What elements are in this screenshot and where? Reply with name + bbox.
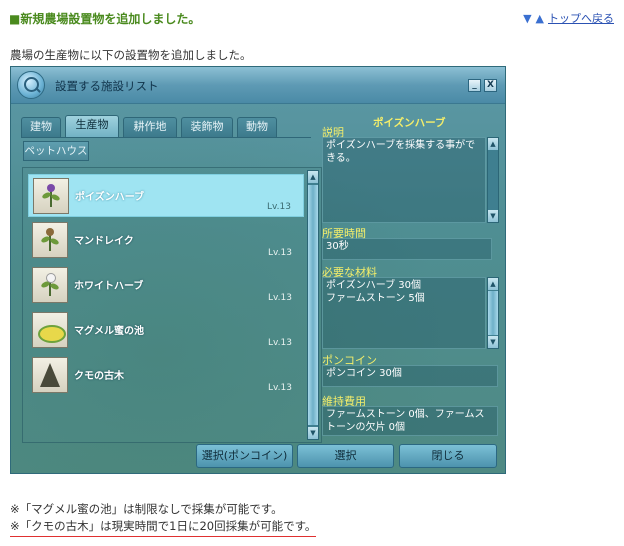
intro-text: 農場の生産物に以下の設置物を追加しました。 — [10, 48, 252, 62]
list-scrollbar[interactable]: ▲ ▼ — [307, 170, 319, 440]
close-window-button[interactable]: X — [484, 79, 497, 92]
upkeep-box: ファームストーン 0個、ファームストーンの欠片 0個 — [322, 406, 498, 436]
list-item[interactable]: ホワイトハーブ Lv.13 — [28, 264, 304, 307]
white-herb-icon — [32, 267, 68, 303]
scroll-thumb[interactable] — [308, 185, 318, 425]
materials-box: ポイズンハーブ 30個 ファームストーン 5個 — [322, 277, 486, 349]
window-titlebar[interactable]: 設置する施設リスト _ X — [11, 67, 505, 104]
item-level: Lv.13 — [267, 202, 291, 212]
facility-list-window: 設置する施設リスト _ X 建物 生産物 耕作地 装飾物 動物 ペットハウス ポ… — [10, 66, 506, 474]
time-value: 30秒 — [326, 241, 349, 252]
item-level: Lv.13 — [268, 293, 292, 303]
arrow-up-icon[interactable]: ▲ — [536, 12, 544, 25]
list-item[interactable]: マグメル蜜の池 Lv.13 — [28, 309, 304, 352]
minimize-button[interactable]: _ — [468, 79, 481, 92]
window-title: 設置する施設リスト — [55, 79, 159, 93]
honey-pond-icon — [32, 312, 68, 348]
item-list: ポイズンハーブ Lv.13 マンドレイク Lv.13 ホワイトハーブ Lv.13… — [22, 167, 322, 443]
description-box: ポイズンハーブを採集する事ができる。 — [322, 137, 486, 223]
select-button[interactable]: 選択 — [297, 444, 394, 468]
detail-item-name: ポイズンハーブ — [373, 117, 446, 129]
close-button[interactable]: 閉じる — [399, 444, 497, 468]
item-level: Lv.13 — [268, 338, 292, 348]
item-name: ポイズンハーブ — [75, 192, 145, 203]
scroll-thumb[interactable] — [488, 291, 498, 335]
subtab-pet-house[interactable]: ペットハウス — [23, 141, 89, 161]
description-text: ポイズンハーブを採集する事ができる。 — [326, 140, 476, 164]
list-item[interactable]: マンドレイク Lv.13 — [28, 219, 304, 262]
tab-buildings[interactable]: 建物 — [21, 117, 61, 137]
back-to-top-link[interactable]: トップへ戻る — [548, 10, 614, 26]
list-item[interactable]: クモの古木 Lv.13 — [28, 354, 304, 397]
tab-products[interactable]: 生産物 — [65, 115, 119, 137]
note-spider-tree: ※「クモの古木」は現実時間で1日に20回採集が可能です。 — [10, 518, 317, 537]
mandrake-icon — [32, 222, 68, 258]
select-poncoin-button[interactable]: 選択(ポンコイン) — [196, 444, 293, 468]
scroll-up-icon[interactable]: ▲ — [308, 171, 318, 183]
magnifier-icon — [17, 71, 45, 99]
note-honey-pond: ※「マグメル蜜の池」は制限なしで採集が可能です。 — [10, 502, 283, 516]
spider-tree-icon — [32, 357, 68, 393]
tab-farmland[interactable]: 耕作地 — [123, 117, 177, 137]
item-name: クモの古木 — [74, 371, 124, 382]
arrow-down-icon[interactable]: ▼ — [523, 12, 531, 25]
tab-divider — [21, 137, 311, 138]
scroll-down-icon[interactable]: ▼ — [308, 427, 318, 439]
poncoin-value: ポンコイン 30個 — [326, 368, 402, 379]
poison-herb-icon — [33, 178, 69, 214]
list-item[interactable]: ポイズンハーブ Lv.13 — [28, 174, 304, 217]
description-scrollbar[interactable]: ▲ ▼ — [487, 137, 499, 223]
time-box: 30秒 — [322, 238, 492, 260]
page-title: ■新規農場設置物を追加しました。 — [9, 12, 201, 26]
upkeep-value: ファームストーン 0個、ファームストーンの欠片 0個 — [326, 409, 485, 433]
scroll-up-icon[interactable]: ▲ — [488, 138, 498, 150]
tab-animals[interactable]: 動物 — [237, 117, 277, 137]
materials-scrollbar[interactable]: ▲ ▼ — [487, 277, 499, 349]
scroll-down-icon[interactable]: ▼ — [488, 336, 498, 348]
scroll-down-icon[interactable]: ▼ — [488, 210, 498, 222]
item-name: マグメル蜜の池 — [74, 326, 144, 337]
material-item: ポイズンハーブ 30個 — [326, 280, 422, 291]
top-nav: ▼ ▲ トップへ戻る — [523, 10, 614, 26]
poncoin-box: ポンコイン 30個 — [322, 365, 498, 387]
item-name: マンドレイク — [74, 236, 134, 247]
item-level: Lv.13 — [268, 248, 292, 258]
material-item: ファームストーン 5個 — [326, 293, 425, 304]
item-level: Lv.13 — [268, 383, 292, 393]
scroll-up-icon[interactable]: ▲ — [488, 278, 498, 290]
tab-decorations[interactable]: 装飾物 — [181, 117, 233, 137]
item-name: ホワイトハーブ — [74, 281, 144, 292]
